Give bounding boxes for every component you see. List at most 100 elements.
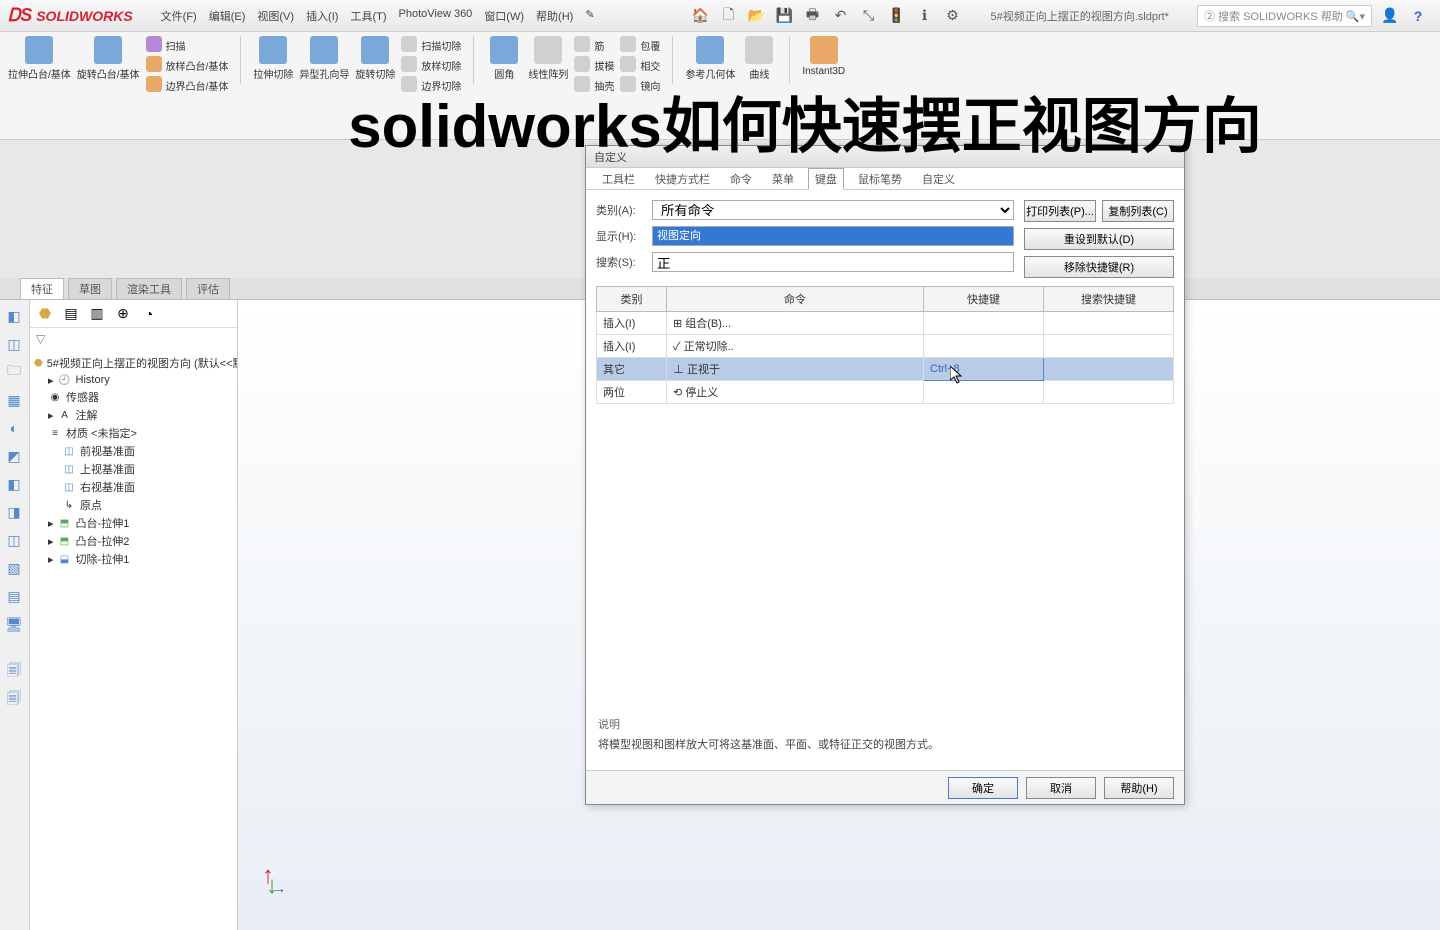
cell-shortcut[interactable]: Ctrl+8 (924, 358, 1044, 381)
rib-button[interactable]: 筋 (574, 36, 614, 54)
tab-sketch[interactable]: 草图 (68, 278, 112, 299)
shell-button[interactable]: 抽壳 (574, 76, 614, 94)
draft-button[interactable]: 拔模 (574, 56, 614, 74)
instant3d-button[interactable]: Instant3D (802, 36, 845, 77)
fm-tab-feature-tree[interactable]: ⬣ (34, 303, 56, 325)
revolve-cut-button[interactable]: 旋转切除 (355, 36, 395, 81)
menu-view[interactable]: 视图(V) (257, 8, 294, 24)
linear-pattern-button[interactable]: 线性阵列 (528, 36, 568, 81)
options-icon[interactable]: ℹ (914, 6, 934, 26)
rail-item-icon[interactable]: 🗐 (4, 662, 24, 682)
cell-search-shortcut[interactable] (1044, 358, 1174, 381)
cell-search-shortcut[interactable] (1044, 381, 1174, 404)
feature-filter[interactable]: ▽ (30, 328, 237, 350)
rail-resources-icon[interactable]: ◧ (4, 306, 24, 326)
rail-item-icon[interactable]: 🖥 (4, 614, 24, 634)
rail-file-explorer-icon[interactable]: 🗀 (4, 362, 24, 382)
rebuild-icon[interactable]: 🚦 (886, 6, 906, 26)
tab-evaluate[interactable]: 评估 (186, 278, 230, 299)
menu-window[interactable]: 窗口(W) (484, 8, 524, 24)
menu-insert[interactable]: 插入(I) (306, 8, 338, 24)
cell-shortcut[interactable] (924, 335, 1044, 358)
menu-file[interactable]: 文件(F) (161, 8, 197, 24)
cell-shortcut[interactable] (924, 312, 1044, 335)
tree-root[interactable]: ⬣5#视频正向上摆正的视图方向 (默认<<默认... (34, 354, 233, 372)
home-icon[interactable]: 🏠 (690, 6, 710, 26)
dlg-tab-mouse[interactable]: 鼠标笔势 (852, 169, 908, 189)
dlg-tab-commands[interactable]: 命令 (724, 169, 758, 189)
search-input[interactable] (652, 252, 1014, 272)
revolve-boss-button[interactable]: 旋转凸台/基体 (77, 36, 140, 81)
dlg-tab-keyboard[interactable]: 键盘 (808, 168, 844, 190)
user-icon[interactable]: 👤 (1380, 6, 1400, 26)
rail-item-icon[interactable]: ▧ (4, 558, 24, 578)
new-icon[interactable]: 🗋 (718, 6, 738, 26)
tree-material[interactable]: ≡材质 <未指定> (34, 424, 233, 442)
table-row[interactable]: 其它⊥ 正视于Ctrl+8 (597, 358, 1174, 381)
tree-annotations[interactable]: ▸A注解 (34, 406, 233, 424)
tree-history[interactable]: ▸🕘History (34, 372, 233, 388)
ok-button[interactable]: 确定 (948, 777, 1018, 799)
intersect-button[interactable]: 相交 (620, 56, 660, 74)
tree-front-plane[interactable]: ◫前视基准面 (34, 442, 233, 460)
extrude-cut-button[interactable]: 拉伸切除 (253, 36, 293, 81)
fm-tab-dimxpert[interactable]: ⊕ (112, 303, 134, 325)
rail-view-palette-icon[interactable]: ▦ (4, 390, 24, 410)
remove-shortcut-button[interactable]: 移除快捷键(R) (1024, 256, 1174, 278)
fillet-button[interactable]: 圆角 (486, 36, 522, 81)
reset-defaults-button[interactable]: 重设到默认(D) (1024, 228, 1174, 250)
menu-tools[interactable]: 工具(T) (350, 8, 386, 24)
tree-origin[interactable]: ↳原点 (34, 496, 233, 514)
dlg-tab-shortcut-bars[interactable]: 快捷方式栏 (649, 169, 716, 189)
show-select[interactable]: 视图定向 (652, 226, 1014, 246)
rail-item-icon[interactable]: 🗐 (4, 690, 24, 710)
tree-sensors[interactable]: ◉传感器 (34, 388, 233, 406)
loft-button[interactable]: 放样凸台/基体 (146, 56, 229, 74)
help-button[interactable]: 帮助(H) (1104, 777, 1174, 799)
rail-item-icon[interactable]: ▤ (4, 586, 24, 606)
menu-help[interactable]: 帮助(H) (536, 8, 573, 24)
tree-right-plane[interactable]: ◫右视基准面 (34, 478, 233, 496)
menu-customize-icon[interactable]: ✎ (585, 8, 594, 24)
cell-search-shortcut[interactable] (1044, 312, 1174, 335)
help-search[interactable]: ② 搜索 SOLIDWORKS 帮助 🔍▾ (1197, 5, 1372, 27)
rail-item-icon[interactable]: ◫ (4, 530, 24, 550)
fm-tab-property[interactable]: ▤ (60, 303, 82, 325)
sweep-button[interactable]: 扫描 (146, 36, 229, 54)
rail-item-icon[interactable]: ◨ (4, 502, 24, 522)
rail-appearances-icon[interactable]: ◐ (4, 418, 24, 438)
tree-extrude1[interactable]: ▸⬒凸台-拉伸1 (34, 514, 233, 532)
tab-render[interactable]: 渲染工具 (116, 278, 182, 299)
reference-geometry-button[interactable]: 参考几何体 (685, 36, 735, 81)
open-icon[interactable]: 📂 (746, 6, 766, 26)
table-row[interactable]: 插入(I)✓ 正常切除.. (597, 335, 1174, 358)
extrude-boss-button[interactable]: 拉伸凸台/基体 (8, 36, 71, 81)
loft-cut-button[interactable]: 放样切除 (401, 56, 461, 74)
copy-list-button[interactable]: 复制列表(C) (1102, 200, 1174, 222)
menu-edit[interactable]: 编辑(E) (209, 8, 246, 24)
sweep-cut-button[interactable]: 扫描切除 (401, 36, 461, 54)
help-icon[interactable]: ? (1408, 6, 1428, 26)
save-icon[interactable]: 💾 (774, 6, 794, 26)
tree-extrude2[interactable]: ▸⬒凸台-拉伸2 (34, 532, 233, 550)
select-icon[interactable]: ⤡ (858, 6, 878, 26)
cancel-button[interactable]: 取消 (1026, 777, 1096, 799)
undo-icon[interactable]: ↶ (830, 6, 850, 26)
print-icon[interactable]: 🖶 (802, 6, 822, 26)
fm-tab-config[interactable]: ▥ (86, 303, 108, 325)
wrap-button[interactable]: 包覆 (620, 36, 660, 54)
mirror-button[interactable]: 镜向 (620, 76, 660, 94)
print-list-button[interactable]: 打印列表(P)... (1024, 200, 1096, 222)
cell-shortcut[interactable] (924, 381, 1044, 404)
dlg-tab-customize[interactable]: 自定义 (916, 169, 961, 189)
boundary-cut-button[interactable]: 边界切除 (401, 76, 461, 94)
rail-design-library-icon[interactable]: ◫ (4, 334, 24, 354)
dlg-tab-menus[interactable]: 菜单 (766, 169, 800, 189)
tab-features[interactable]: 特征 (20, 278, 64, 299)
boundary-button[interactable]: 边界凸台/基体 (146, 76, 229, 94)
fm-tab-display[interactable]: ◔ (138, 303, 160, 325)
table-row[interactable]: 插入(I)⊞ 组合(B)... (597, 312, 1174, 335)
table-row[interactable]: 两位⟲ 停止义 (597, 381, 1174, 404)
rail-custom-props-icon[interactable]: ◩ (4, 446, 24, 466)
dlg-tab-toolbars[interactable]: 工具栏 (596, 169, 641, 189)
